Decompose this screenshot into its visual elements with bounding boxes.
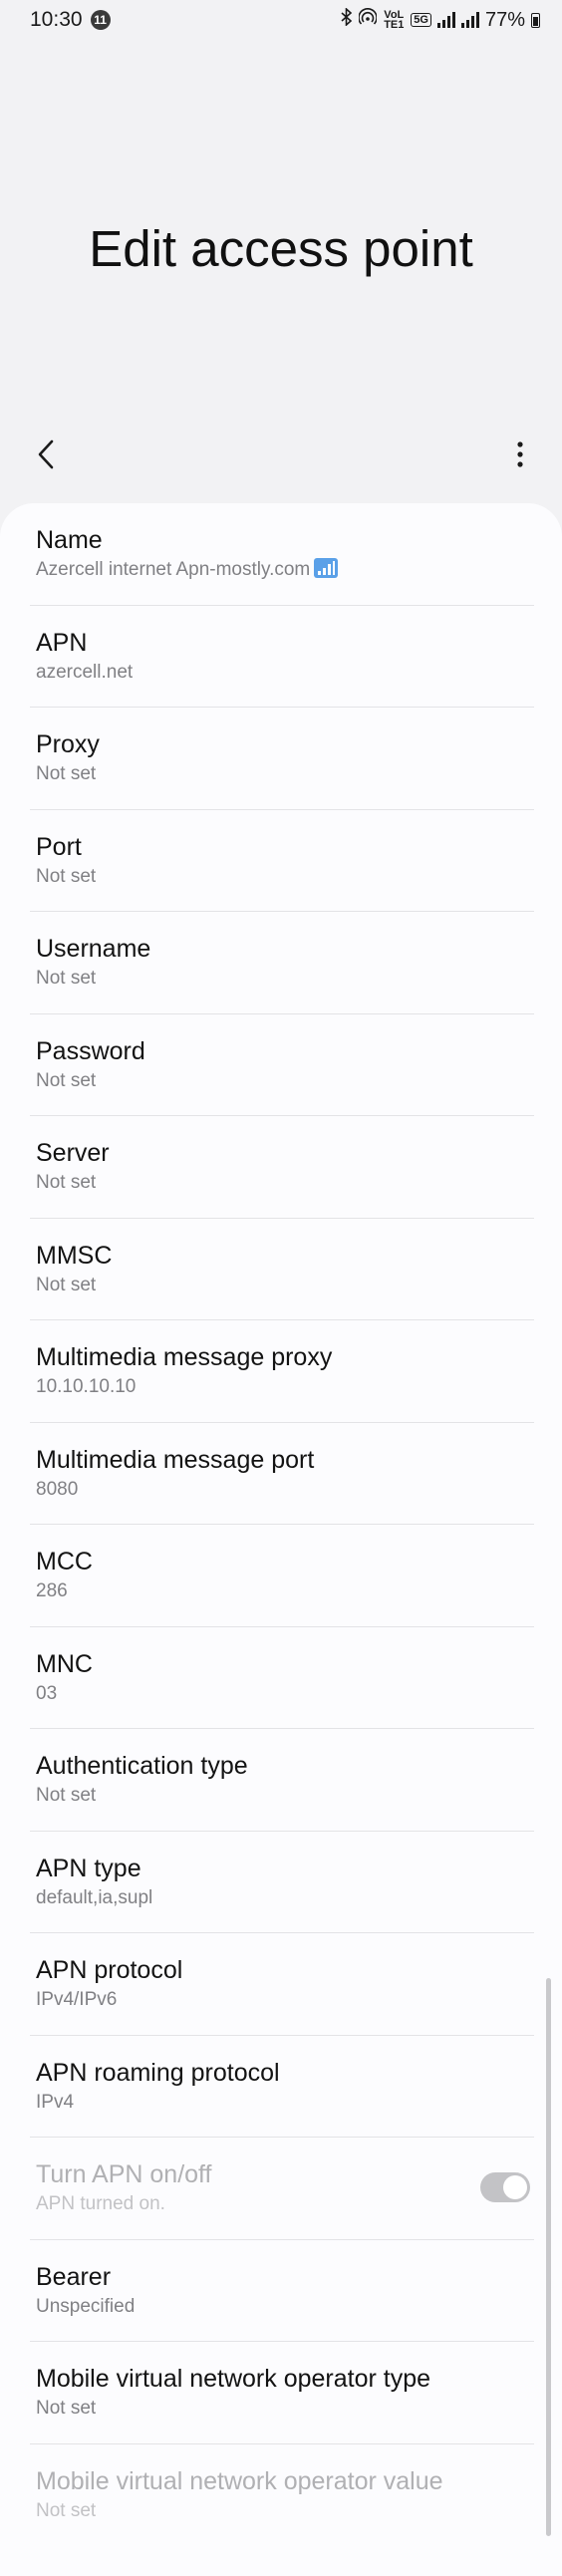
setting-value: Not set: [36, 2398, 97, 2419]
setting-value: APN turned on.: [36, 2193, 165, 2214]
setting-title: APN roaming protocol: [36, 2058, 280, 2087]
setting-value: Not set: [36, 763, 97, 784]
setting-title: MMSC: [36, 1241, 113, 1270]
bluetooth-icon: [341, 7, 353, 32]
setting-value: 10.10.10.10: [36, 1376, 137, 1397]
back-button[interactable]: [30, 434, 62, 474]
setting-apn-protocol[interactable]: APN protocol IPv4/IPv6: [30, 1933, 534, 2036]
setting-value: 8080: [36, 1478, 79, 1500]
setting-title: Username: [36, 935, 151, 963]
setting-value: Not set: [36, 865, 97, 887]
setting-mvno-value: Mobile virtual network operator value No…: [30, 2444, 534, 2547]
notification-count-badge: 11: [90, 10, 111, 30]
setting-title: Proxy: [36, 730, 100, 758]
setting-value: IPv4: [36, 2091, 75, 2113]
setting-value: Not set: [36, 968, 97, 989]
apn-settings-list: Name Azercell internet Apn-mostly.com AP…: [0, 503, 562, 2546]
setting-title: Authentication type: [36, 1752, 248, 1780]
settings-card: Name Azercell internet Apn-mostly.com AP…: [0, 503, 562, 2576]
setting-value: 286: [36, 1580, 68, 1601]
setting-apn-roaming-protocol[interactable]: APN roaming protocol IPv4: [30, 2036, 534, 2138]
setting-value: default,ia,supl: [36, 1886, 153, 1908]
setting-value: Not set: [36, 1274, 97, 1295]
setting-title: Server: [36, 1139, 110, 1167]
setting-title: Multimedia message proxy: [36, 1343, 333, 1371]
setting-value: Not set: [36, 1785, 97, 1806]
setting-mvno-type[interactable]: Mobile virtual network operator type Not…: [30, 2342, 534, 2444]
signal-icon-2: [460, 12, 479, 28]
setting-value: Not set: [36, 1172, 97, 1193]
wifi-signal-icon: [314, 558, 339, 586]
more-options-button[interactable]: [508, 434, 532, 474]
setting-title: Bearer: [36, 2262, 112, 2291]
page-title: Edit access point: [89, 220, 473, 277]
setting-title: Turn APN on/off: [36, 2160, 212, 2188]
setting-proxy[interactable]: Proxy Not set: [30, 708, 534, 810]
hotspot-icon: [358, 8, 379, 32]
setting-mmsc[interactable]: MMSC Not set: [30, 1219, 534, 1320]
setting-mcc[interactable]: MCC 286: [30, 1525, 534, 1627]
setting-value: Unspecified: [36, 2295, 136, 2317]
setting-title: MCC: [36, 1548, 93, 1575]
setting-value: Not set: [36, 1069, 97, 1091]
setting-turn-apn-on-off: Turn APN on/off APN turned on.: [30, 2138, 534, 2240]
setting-server[interactable]: Server Not set: [30, 1116, 534, 1219]
setting-mnc[interactable]: MNC 03: [30, 1627, 534, 1729]
setting-title: Password: [36, 1036, 145, 1065]
signal-icon-1: [436, 12, 455, 28]
setting-title: MNC: [36, 1649, 93, 1678]
setting-mms-port[interactable]: Multimedia message port 8080: [30, 1423, 534, 1525]
setting-value: 03: [36, 1682, 58, 1704]
setting-mms-proxy[interactable]: Multimedia message proxy 10.10.10.10: [30, 1320, 534, 1423]
chevron-left-icon: [38, 439, 54, 469]
setting-name[interactable]: Name Azercell internet Apn-mostly.com: [30, 503, 534, 606]
setting-value: IPv4/IPv6: [36, 1989, 118, 2010]
battery-percent: 77%: [484, 8, 525, 31]
apn-enabled-toggle[interactable]: [480, 2172, 530, 2202]
setting-bearer[interactable]: Bearer Unspecified: [30, 2240, 534, 2342]
setting-password[interactable]: Password Not set: [30, 1014, 534, 1116]
status-right: VoLTE1 5G 77%: [341, 7, 540, 32]
setting-username[interactable]: Username Not set: [30, 912, 534, 1014]
more-vertical-icon: [517, 441, 523, 467]
setting-title: Port: [36, 832, 82, 861]
setting-authentication-type[interactable]: Authentication type Not set: [30, 1729, 534, 1832]
setting-title: Mobile virtual network operator type: [36, 2365, 431, 2393]
toggle-knob: [503, 2175, 527, 2199]
setting-title: APN: [36, 628, 88, 657]
setting-value-row: Azercell internet Apn-mostly.com: [36, 557, 534, 586]
setting-title: Multimedia message port: [36, 1445, 315, 1474]
setting-title: Name: [36, 526, 103, 554]
setting-title: Mobile virtual network operator value: [36, 2466, 443, 2495]
setting-port[interactable]: Port Not set: [30, 810, 534, 912]
volte-label: VoLTE1: [384, 9, 405, 31]
setting-title: APN protocol: [36, 1956, 183, 1984]
status-time: 10:30: [30, 8, 83, 31]
setting-value: azercell.net: [36, 661, 134, 683]
status-left: 10:30 11: [30, 8, 111, 32]
battery-icon: [531, 12, 540, 28]
scrollbar[interactable]: [546, 1978, 551, 2536]
setting-value: Not set: [36, 2499, 97, 2521]
setting-title: APN type: [36, 1854, 141, 1882]
status-bar: 10:30 11 VoLTE1 5G 77%: [0, 0, 562, 40]
setting-value: Azercell internet Apn-mostly.com: [36, 559, 311, 580]
setting-apn-type[interactable]: APN type default,ia,supl: [30, 1832, 534, 1933]
network-type-label: 5G: [411, 13, 431, 27]
setting-apn[interactable]: APN azercell.net: [30, 606, 534, 708]
